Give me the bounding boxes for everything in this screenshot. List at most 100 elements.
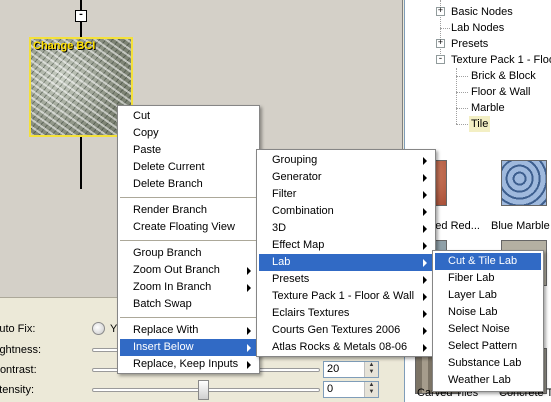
submenu-item-atlas-rocks[interactable]: Atlas Rocks & Metals 08-06	[259, 339, 433, 356]
submenu-item-courts-gen[interactable]: Courts Gen Textures 2006	[259, 322, 433, 339]
menu-item-replace-keep-inputs[interactable]: Replace, Keep Inputs	[120, 356, 257, 373]
menu-item-label: Insert Below	[133, 341, 194, 353]
lab-item-cut-tile-lab[interactable]: Cut & Tile Lab	[435, 253, 541, 270]
collapse-button[interactable]: -	[75, 10, 87, 22]
contrast-spinner[interactable]: 20 ▲ ▼	[323, 361, 379, 378]
lab-submenu: Cut & Tile Lab Fiber Lab Layer Lab Noise…	[432, 250, 544, 392]
submenu-item-lab[interactable]: Lab	[259, 254, 433, 271]
menu-item-render-branch[interactable]: Render Branch	[120, 202, 257, 219]
menu-item-label: 3D	[272, 222, 287, 234]
collapse-icon[interactable]: -	[436, 55, 445, 64]
submenu-arrow-icon	[423, 208, 427, 216]
library-tree[interactable]: + Basic Nodes Lab Nodes + Presets - Text…	[404, 0, 551, 148]
expand-icon[interactable]: +	[436, 39, 445, 48]
submenu-item-effect-map[interactable]: Effect Map	[259, 237, 433, 254]
menu-item-batch-swap[interactable]: Batch Swap	[120, 296, 257, 313]
submenu-arrow-icon	[423, 327, 427, 335]
submenu-arrow-icon	[247, 361, 251, 369]
intensity-spinner[interactable]: 0 ▲ ▼	[323, 381, 379, 398]
lab-item-select-pattern[interactable]: Select Pattern	[435, 338, 541, 355]
tree-item-brick-block[interactable]: Brick & Block	[471, 68, 536, 84]
contrast-label: Contrast:	[0, 364, 37, 376]
menu-item-replace-with[interactable]: Replace With	[120, 322, 257, 339]
menu-item-cut[interactable]: Cut	[120, 108, 257, 125]
tree-item-presets[interactable]: Presets	[451, 36, 488, 52]
submenu-item-filter[interactable]: Filter	[259, 186, 433, 203]
submenu-item-texture-pack[interactable]: Texture Pack 1 - Floor & Wall	[259, 288, 433, 305]
spinner-arrows-icon[interactable]: ▲ ▼	[364, 382, 378, 397]
expand-icon[interactable]: +	[436, 7, 445, 16]
lab-item-select-noise[interactable]: Select Noise	[435, 321, 541, 338]
auto-fix-label: Auto Fix:	[0, 323, 36, 335]
submenu-arrow-icon	[423, 225, 427, 233]
tree-item-floor-wall[interactable]: Floor & Wall	[471, 84, 531, 100]
menu-item-insert-below[interactable]: Insert Below	[120, 339, 257, 356]
menu-item-label: Generator	[272, 171, 322, 183]
submenu-item-3d[interactable]: 3D	[259, 220, 433, 237]
insert-below-submenu: Grouping Generator Filter Combination 3D…	[256, 149, 436, 357]
tree-guide-line	[440, 28, 450, 29]
submenu-item-generator[interactable]: Generator	[259, 169, 433, 186]
tree-item-basic-nodes[interactable]: Basic Nodes	[451, 4, 513, 20]
lab-item-weather-lab[interactable]: Weather Lab	[435, 372, 541, 389]
tree-item-marble[interactable]: Marble	[471, 100, 505, 116]
lab-item-noise-lab[interactable]: Noise Lab	[435, 304, 541, 321]
intensity-label: Intensity:	[0, 384, 35, 396]
menu-item-label: Atlas Rocks & Metals 08-06	[272, 341, 408, 353]
menu-separator	[120, 240, 257, 241]
menu-separator	[120, 317, 257, 318]
lab-item-layer-lab[interactable]: Layer Lab	[435, 287, 541, 304]
submenu-arrow-icon	[423, 157, 427, 165]
menu-item-label: Replace With	[133, 324, 199, 336]
submenu-arrow-icon	[423, 191, 427, 199]
submenu-item-grouping[interactable]: Grouping	[259, 152, 433, 169]
menu-item-label: Filter	[272, 188, 297, 200]
context-menu: Cut Copy Paste Delete Current Delete Bra…	[117, 105, 260, 374]
menu-item-paste[interactable]: Paste	[120, 142, 257, 159]
auto-fix-radio[interactable]	[92, 322, 105, 335]
submenu-arrow-icon	[423, 293, 427, 301]
submenu-arrow-icon	[247, 344, 251, 352]
tree-item-tile[interactable]: Tile	[469, 116, 491, 132]
tree-guide-line	[456, 76, 468, 77]
menu-item-label: Texture Pack 1 - Floor & Wall	[272, 290, 415, 302]
tree-item-texture-pack[interactable]: Texture Pack 1 - Floor & Wall	[451, 52, 551, 68]
submenu-item-combination[interactable]: Combination	[259, 203, 433, 220]
intensity-value: 0	[327, 383, 334, 395]
menu-separator	[120, 197, 257, 198]
submenu-arrow-icon	[247, 284, 251, 292]
menu-item-delete-current[interactable]: Delete Current	[120, 159, 257, 176]
submenu-item-presets[interactable]: Presets	[259, 271, 433, 288]
submenu-arrow-icon	[247, 267, 251, 275]
thumbnail-blue-marble[interactable]	[501, 160, 547, 206]
tree-guide-line	[456, 92, 468, 93]
menu-item-zoom-out-branch[interactable]: Zoom Out Branch	[120, 262, 257, 279]
node-preview-image	[31, 39, 131, 135]
menu-item-zoom-in-branch[interactable]: Zoom In Branch	[120, 279, 257, 296]
lab-item-substance-lab[interactable]: Substance Lab	[435, 355, 541, 372]
tree-item-lab-nodes[interactable]: Lab Nodes	[451, 20, 504, 36]
menu-item-label: Eclairs Textures	[272, 307, 350, 319]
slider-thumb[interactable]	[198, 380, 209, 400]
menu-item-label: Combination	[272, 205, 334, 217]
submenu-arrow-icon	[423, 242, 427, 250]
spinner-arrows-icon[interactable]: ▲ ▼	[364, 362, 378, 377]
menu-item-create-floating-view[interactable]: Create Floating View	[120, 219, 257, 236]
submenu-item-eclairs-textures[interactable]: Eclairs Textures	[259, 305, 433, 322]
menu-item-group-branch[interactable]: Group Branch	[120, 245, 257, 262]
submenu-arrow-icon	[423, 259, 427, 267]
menu-item-label: Courts Gen Textures 2006	[272, 324, 401, 336]
menu-item-delete-branch[interactable]: Delete Branch	[120, 176, 257, 193]
tree-guide-line	[456, 108, 468, 109]
menu-item-label: Replace, Keep Inputs	[133, 358, 239, 370]
tree-guide-line	[456, 124, 468, 125]
submenu-arrow-icon	[423, 276, 427, 284]
menu-item-label: Zoom In Branch	[133, 281, 212, 293]
menu-item-label: Grouping	[272, 154, 318, 166]
submenu-arrow-icon	[423, 174, 427, 182]
lab-item-fiber-lab[interactable]: Fiber Lab	[435, 270, 541, 287]
contrast-value: 20	[327, 363, 340, 375]
brightness-label: Brightness:	[0, 344, 42, 356]
thumbnail-label: Blue Marble	[491, 220, 550, 232]
menu-item-copy[interactable]: Copy	[120, 125, 257, 142]
